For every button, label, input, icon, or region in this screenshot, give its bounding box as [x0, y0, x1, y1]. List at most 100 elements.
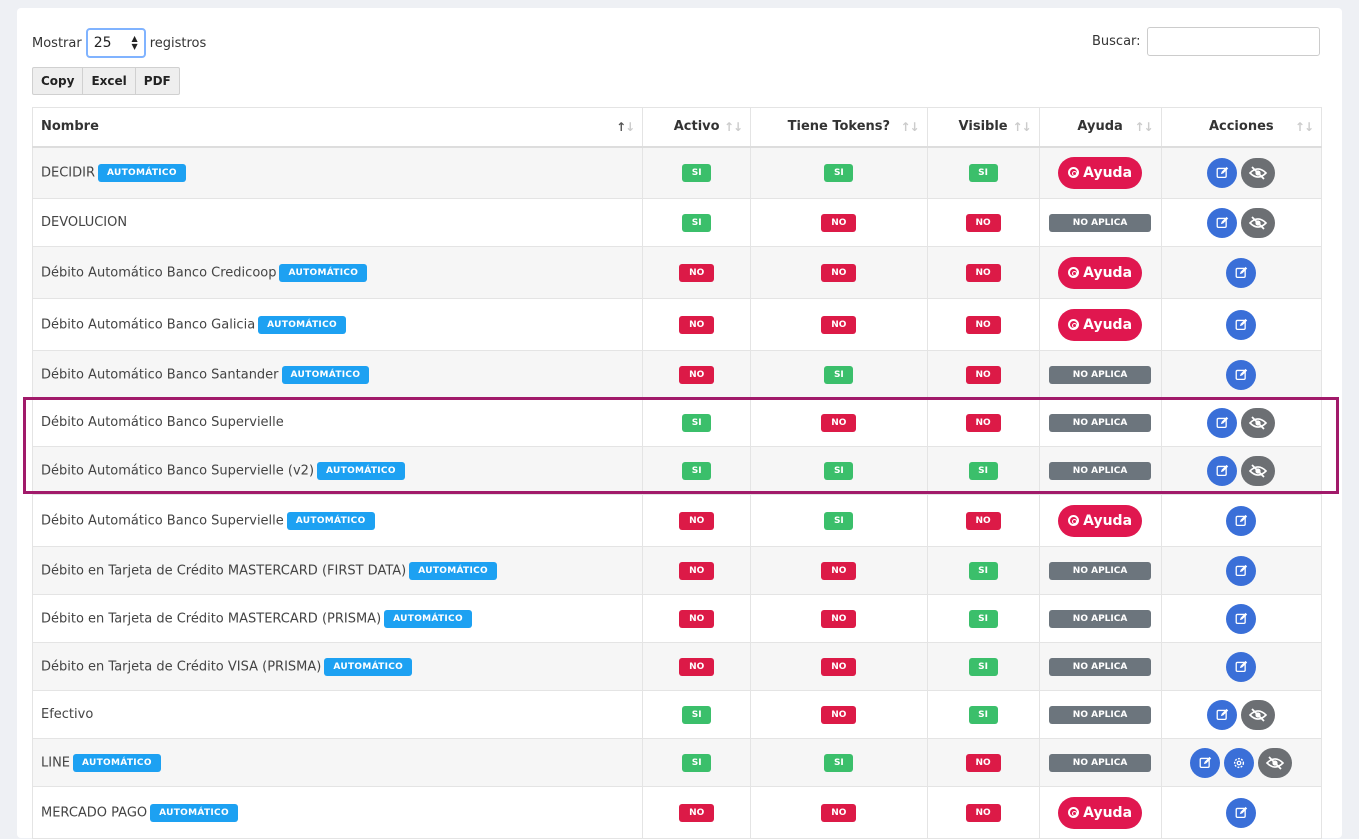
edit-button[interactable]	[1226, 257, 1257, 288]
cell-activo: SI	[642, 198, 752, 247]
sort-icon: ↑↓	[1012, 120, 1031, 134]
auto-tag: AUTOMÁTICO	[98, 163, 186, 182]
row-name: Débito Automático Banco Credicoop	[41, 265, 277, 280]
ayuda-button[interactable]: Ayuda	[1058, 156, 1143, 189]
search-input[interactable]	[1146, 27, 1320, 56]
content-card: Mostrar 25 ▲ ▼ registros Copy Excel PDF B…	[17, 8, 1342, 839]
ayuda-button[interactable]: Ayuda	[1058, 308, 1143, 341]
cell-ayuda: Ayuda	[1038, 494, 1162, 547]
cell-nombre: Efectivo	[31, 690, 644, 739]
hide-button[interactable]	[1241, 157, 1276, 188]
lifebuoy-icon	[1068, 515, 1080, 526]
status-badge-tokens: NO	[821, 213, 857, 232]
edit-button[interactable]	[1207, 699, 1238, 730]
cell-ayuda: Ayuda	[1038, 246, 1162, 299]
row-name: Débito Automático Banco Galicia	[41, 317, 256, 332]
status-badge-activo: NO	[679, 511, 715, 530]
row-name: Débito Automático Banco Supervielle	[41, 513, 284, 528]
no-aplica-badge: NO APLICA	[1049, 705, 1152, 724]
edit-button[interactable]	[1226, 651, 1257, 682]
col-header-nombre[interactable]: Nombre ↑↓	[31, 107, 644, 148]
edit-button[interactable]	[1207, 207, 1238, 238]
edit-button[interactable]	[1207, 157, 1238, 188]
cell-tokens: NO	[750, 594, 928, 643]
status-badge-activo: SI	[682, 163, 712, 182]
cell-ayuda: Ayuda	[1038, 786, 1162, 839]
auto-tag: AUTOMÁTICO	[384, 609, 472, 628]
cell-ayuda: NO APLICA	[1038, 446, 1162, 495]
hide-button[interactable]	[1258, 747, 1293, 778]
page-size-select[interactable]: 25 ▲ ▼	[85, 28, 146, 58]
cell-acciones	[1160, 690, 1323, 739]
copy-button[interactable]: Copy	[33, 68, 84, 94]
ayuda-button[interactable]: Ayuda	[1058, 504, 1143, 537]
edit-button[interactable]	[1226, 505, 1257, 536]
hide-button[interactable]	[1241, 699, 1276, 730]
edit-button[interactable]	[1226, 309, 1257, 340]
edit-button[interactable]	[1226, 555, 1257, 586]
cell-tokens: NO	[750, 398, 928, 447]
records-label: registros	[149, 35, 207, 51]
edit-button[interactable]	[1207, 455, 1238, 486]
edit-icon	[1216, 416, 1229, 429]
cell-visible: NO	[926, 494, 1040, 547]
cell-activo: NO	[642, 246, 752, 299]
status-badge-activo: SI	[682, 213, 712, 232]
cell-visible: SI	[926, 546, 1040, 595]
status-badge-visible: SI	[968, 657, 998, 676]
cell-ayuda: Ayuda	[1038, 146, 1162, 199]
excel-button[interactable]: Excel	[83, 68, 136, 94]
cell-nombre: Débito en Tarjeta de Crédito MASTERCARD …	[31, 594, 644, 643]
cell-acciones	[1160, 494, 1323, 547]
status-badge-visible: NO	[965, 365, 1001, 384]
status-badge-tokens: NO	[821, 609, 857, 628]
status-badge-tokens: NO	[821, 561, 857, 580]
edit-button[interactable]	[1207, 407, 1238, 438]
cell-nombre: Débito Automático Banco Galicia AUTOMÁTIC…	[31, 298, 644, 351]
hide-button[interactable]	[1241, 207, 1276, 238]
ayuda-label: Ayuda	[1083, 164, 1133, 181]
edit-icon	[1235, 368, 1248, 381]
cell-ayuda: NO APLICA	[1038, 546, 1162, 595]
cell-nombre: LINE AUTOMÁTICO	[31, 738, 644, 787]
status-badge-activo: NO	[679, 561, 715, 580]
cell-visible: NO	[926, 786, 1040, 839]
select-arrows-icon: ▲ ▼	[131, 34, 138, 51]
hide-button[interactable]	[1241, 407, 1276, 438]
cell-activo: SI	[642, 146, 752, 199]
col-header-ayuda[interactable]: Ayuda ↑↓	[1038, 107, 1162, 148]
cell-activo: SI	[642, 446, 752, 495]
eye-slash-icon	[1249, 415, 1268, 430]
cell-tokens: SI	[750, 494, 928, 547]
edit-button[interactable]	[1226, 603, 1257, 634]
settings-button[interactable]	[1224, 747, 1255, 778]
col-header-activo[interactable]: Activo ↑↓	[642, 107, 752, 148]
cell-visible: NO	[926, 398, 1040, 447]
auto-tag: AUTOMÁTICO	[281, 365, 370, 384]
edit-button[interactable]	[1226, 359, 1257, 390]
cell-nombre: DECIDIR AUTOMÁTICO	[31, 146, 644, 199]
ayuda-button[interactable]: Ayuda	[1058, 256, 1143, 289]
row-name: DEVOLUCION	[41, 215, 128, 230]
edit-button[interactable]	[1226, 797, 1257, 828]
pdf-button[interactable]: PDF	[136, 68, 179, 94]
table-row: Débito Automático Banco Credicoop AUTOMÁT…	[31, 246, 1323, 299]
status-badge-tokens: NO	[821, 413, 857, 432]
cell-nombre: Débito Automático Banco Supervielle AUTOM…	[31, 494, 644, 547]
edit-button[interactable]	[1190, 747, 1221, 778]
cell-tokens: SI	[750, 350, 928, 399]
eye-slash-icon	[1249, 166, 1268, 180]
table-row: Débito Automático Banco Supervielle (v2)…	[31, 446, 1323, 495]
col-header-visible[interactable]: Visible ↑↓	[926, 107, 1040, 148]
col-header-acciones[interactable]: Acciones ↑↓	[1160, 107, 1323, 148]
status-badge-tokens: SI	[824, 753, 854, 772]
hide-button[interactable]	[1241, 455, 1276, 486]
ayuda-label: Ayuda	[1083, 316, 1133, 333]
cell-ayuda: NO APLICA	[1038, 594, 1162, 643]
col-header-tokens[interactable]: Tiene Tokens? ↑↓	[750, 107, 928, 148]
col-label-nombre: Nombre	[41, 119, 99, 135]
cell-acciones	[1160, 146, 1323, 199]
cell-nombre: MERCADO PAGO AUTOMÁTICO	[31, 786, 644, 839]
no-aplica-badge: NO APLICA	[1049, 413, 1152, 432]
ayuda-button[interactable]: Ayuda	[1058, 796, 1143, 829]
